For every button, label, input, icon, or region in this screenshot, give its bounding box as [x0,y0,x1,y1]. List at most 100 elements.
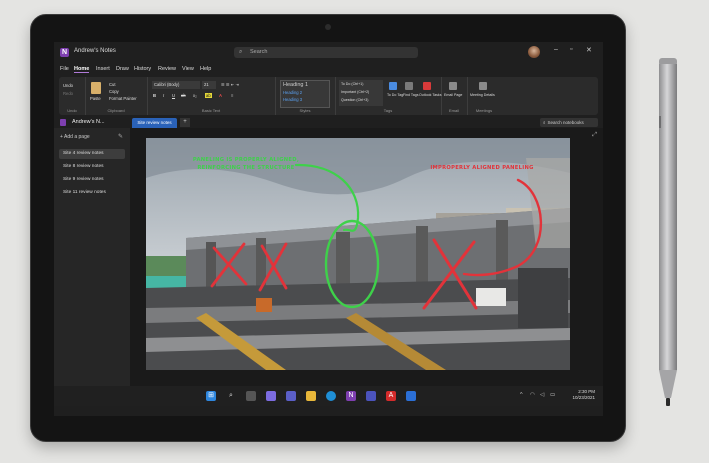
construction-photo: PANELING IS PROPERLY ALIGNED, REINFORCIN… [146,138,570,370]
find-tags-icon[interactable] [405,82,413,90]
menu-history[interactable]: History [134,66,151,72]
ribbon-group-meetings: Meeting Details Meetings [467,77,501,115]
underline-button[interactable]: U [172,93,175,98]
paste-button[interactable]: Paste [90,96,101,101]
font-name-select[interactable]: Calibri (Body) [152,81,200,89]
strikethrough-button[interactable]: ab [181,93,186,98]
copy-button[interactable]: Copy [109,89,119,94]
note-canvas[interactable]: ⤢ PANELING IS PROPERLY ALIGNED, REINFORC… [130,128,603,386]
section-tab[interactable]: Site review notes [132,118,177,128]
construction-photo-svg [146,138,570,370]
flag-icon[interactable] [423,82,431,90]
cut-button[interactable]: Cut [109,82,116,87]
expand-icon[interactable]: ⤢ [592,132,597,139]
style-heading-3[interactable]: Heading 3 [283,97,302,102]
ribbon-group-styles: Heading 1 Heading 2 Heading 3 Styles [275,77,336,115]
minimize-icon[interactable]: – [554,46,558,53]
todo-tag-icon[interactable] [389,82,397,90]
window-title: Andrew's Notes [74,48,116,54]
meeting-icon[interactable] [479,82,487,90]
edit-icon[interactable]: ✎ [118,133,123,140]
menu-home[interactable]: Home [74,66,90,73]
maximize-icon[interactable]: ▫ [570,46,572,53]
outlook-tasks-button[interactable]: Outlook Tasks [419,93,442,97]
font-size-select[interactable]: 21 [202,81,216,89]
tags-gallery[interactable]: To Do (Ctrl+1) Important (Ctrl+2) Questi… [339,80,383,106]
page-item[interactable]: Site 9 review notes [59,175,125,185]
search-notebooks-box[interactable]: ⌕ Search notebooks [540,118,598,127]
email-page-button[interactable]: Email Page [444,93,462,97]
add-section-button[interactable]: + [180,118,190,127]
chat-icon[interactable] [286,391,296,401]
ribbon: Undo Redo Undo Paste Cut Copy Format Pai… [59,77,598,115]
outlook-icon[interactable] [406,391,416,401]
find-tags-button[interactable]: Find Tags [403,93,419,97]
wifi-icon[interactable]: ◠ [530,392,535,398]
chevron-up-icon[interactable]: ^ [520,392,523,398]
subscript-button[interactable]: x₂ [193,93,197,98]
ribbon-group-clipboard: Paste Cut Copy Format Painter Clipboard [85,77,148,115]
style-heading-2[interactable]: Heading 2 [283,90,302,95]
add-page-button[interactable]: + Add a page [60,134,90,140]
front-camera [325,24,331,30]
font-color-button[interactable]: A [219,93,222,98]
meeting-details-button[interactable]: Meeting Details [470,93,495,97]
menu-review[interactable]: Review [158,66,176,72]
font-size-value: 21 [204,82,209,87]
menu-file[interactable]: File [60,66,69,72]
search-icon: ⌕ [543,120,546,125]
bold-button[interactable]: B [153,93,156,98]
styles-gallery[interactable]: Heading 1 Heading 2 Heading 3 [280,80,330,108]
redo-button[interactable]: Redo [63,91,73,96]
start-icon[interactable]: ⊞ [206,391,216,401]
tablet-device: N Andrew's Notes ⌕ Search – ▫ ✕ File Hom… [30,14,626,442]
volume-icon[interactable]: ◁ [540,392,544,398]
notebook-name[interactable]: Andrew's N... [72,119,105,125]
edge-icon[interactable] [326,391,336,401]
group-label-clipboard: Clipboard [107,108,125,113]
clock[interactable]: 2:30 PM 10/23/2021 [572,389,595,401]
style-heading-1[interactable]: Heading 1 [283,82,308,88]
italic-button[interactable]: I [163,93,164,98]
green-annotation-line-2: REINFORCING THE STRUCTURE [197,165,295,171]
close-icon[interactable]: ✕ [586,46,592,54]
teams-icon[interactable] [366,391,376,401]
page-item[interactable]: Site 8 review notes [59,162,125,172]
search-icon[interactable]: ⌕ [226,391,236,401]
notebook-icon [60,119,66,126]
file-explorer-icon[interactable] [306,391,316,401]
menu-bar: File Home Insert Draw History Review Vie… [54,64,603,76]
ribbon-group-basic-text: Calibri (Body) 21 ☰ ☰ ⇤ ⇥ B I U ab x₂ ab… [147,77,276,115]
format-painter-button[interactable]: Format Painter [109,96,137,101]
acrobat-icon[interactable]: A [386,391,396,401]
bullets-icon[interactable]: ☰ ☰ ⇤ ⇥ [221,82,239,87]
todo-tag-button[interactable]: To Do Tag [387,93,403,97]
clock-date: 10/23/2021 [572,395,595,400]
tag-important[interactable]: Important (Ctrl+2) [341,90,369,94]
tag-question[interactable]: Question (Ctrl+3) [341,98,368,102]
page-item[interactable]: Site 4 review notes [59,149,125,159]
undo-button[interactable]: Undo [63,83,73,88]
task-view-icon[interactable] [246,391,256,401]
page-list: + Add a page ✎ Site 4 review notes Site … [54,128,130,386]
highlight-icon[interactable]: ab [205,93,212,98]
menu-help[interactable]: Help [200,66,211,72]
menu-insert[interactable]: Insert [96,66,110,72]
widgets-icon[interactable] [266,391,276,401]
taskbar: ⊞ ⌕ N A ^ ◠ ◁ ▭ 2:30 PM 10/23/2021 [54,386,603,406]
surface-pen-icon [659,58,677,406]
avatar[interactable] [528,46,540,58]
red-annotation: IMPROPERLY ALIGNED PANELING [430,165,534,171]
tag-todo[interactable]: To Do (Ctrl+1) [341,82,363,86]
menu-draw[interactable]: Draw [116,66,129,72]
align-icon[interactable]: ≡ [231,93,233,98]
menu-view[interactable]: View [182,66,194,72]
email-icon[interactable] [449,82,457,90]
paste-icon[interactable] [91,82,101,94]
green-annotation: PANELING IS PROPERLY ALIGNED, REINFORCIN… [181,156,311,172]
battery-icon[interactable]: ▭ [550,392,555,398]
onenote-icon[interactable]: N [346,391,356,401]
green-annotation-line-1: PANELING IS PROPERLY ALIGNED, [192,157,300,163]
page-item[interactable]: Site 11 review notes [59,188,125,198]
search-box[interactable]: ⌕ Search [234,47,418,58]
